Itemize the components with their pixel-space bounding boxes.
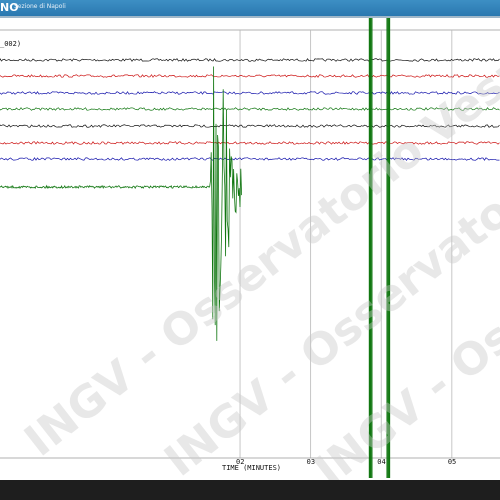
x-axis-label: TIME (MINUTES) xyxy=(222,464,281,472)
x-tick-label-03: 03 xyxy=(307,458,315,466)
seismogram-plot: INGV - Osservatorio Vesuviano INGV - Oss… xyxy=(0,18,500,480)
window-titlebar: NO Sezione di Napoli xyxy=(0,0,500,16)
taskbar xyxy=(0,480,500,500)
x-tick-label-05: 05 xyxy=(448,458,456,466)
window-subtitle: Sezione di Napoli xyxy=(14,3,66,10)
seismic-trace-3 xyxy=(0,91,500,95)
seismic-trace-1 xyxy=(0,58,500,62)
seismic-trace-2 xyxy=(0,74,500,78)
x-tick-label-04: 04 xyxy=(377,458,385,466)
channel-label: _002) xyxy=(0,40,22,48)
seismogram-svg: INGV - Osservatorio Vesuviano INGV - Oss… xyxy=(0,18,500,480)
watermark: INGV - Osservatorio Vesuviano INGV - Oss… xyxy=(15,18,500,480)
